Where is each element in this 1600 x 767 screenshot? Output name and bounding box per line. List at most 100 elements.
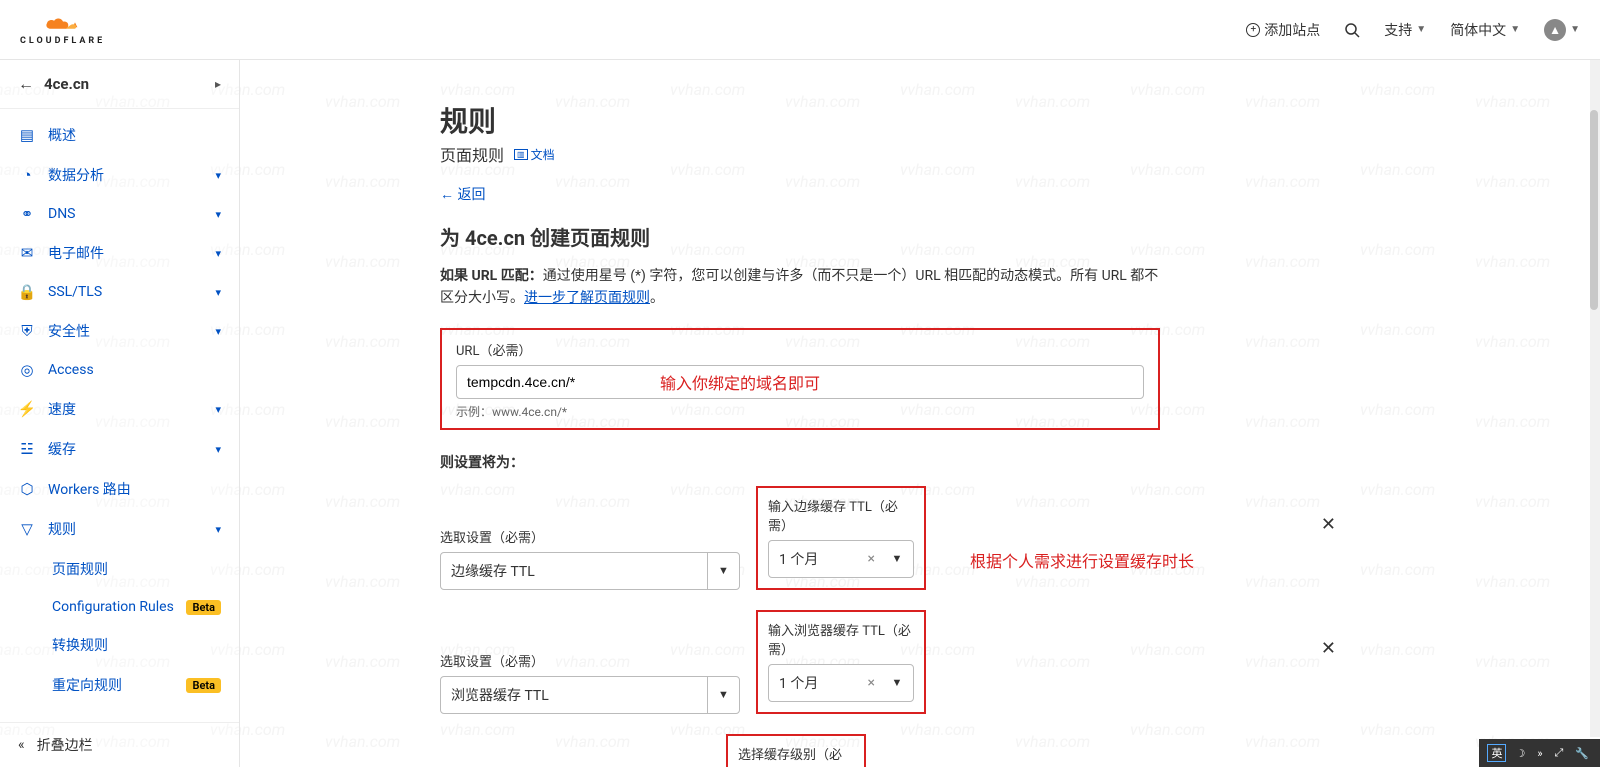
collapse-sidebar[interactable]: « 折叠边栏: [0, 722, 239, 767]
nav-sub-label: 页面规则: [52, 559, 221, 579]
nav-sub-item[interactable]: 转换规则: [0, 625, 239, 665]
nav-label: DNS: [48, 206, 203, 222]
nav-label: 速度: [48, 399, 203, 419]
expand-icon[interactable]: ⤢: [1551, 746, 1566, 760]
nav-item-cache[interactable]: ☳ 缓存 ▾: [0, 429, 239, 469]
setting-row: 选取设置（必需） 缓存级别 ▼ 选择缓存级别（必需） 忽略查询字符串 ▼ 静态文…: [440, 734, 1160, 767]
back-link[interactable]: ← 返回: [440, 184, 485, 204]
collapse-icon: «: [18, 737, 25, 753]
then-title: 则设置将为：: [440, 452, 1160, 472]
language-menu[interactable]: 简体中文 ▼: [1450, 20, 1520, 40]
shield-icon: ⛨: [18, 322, 36, 340]
search-button[interactable]: [1344, 22, 1360, 38]
chevron-down-icon: ▼: [1416, 24, 1426, 35]
setting-value-label: 输入边缘缓存 TTL（必需）: [768, 496, 914, 534]
learn-more-link[interactable]: 进一步了解页面规则: [524, 290, 650, 306]
nav-label: 数据分析: [48, 165, 203, 185]
chevron-down-icon: ▾: [215, 247, 221, 260]
nav-item-access[interactable]: ◎Access: [0, 351, 239, 389]
nav-sub-label: Configuration Rules: [52, 599, 174, 615]
setting-select[interactable]: 边缘缓存 TTL ▼: [440, 552, 740, 590]
setting-select-label: 选取设置（必需）: [440, 527, 740, 546]
nav-label: 概述: [48, 125, 221, 145]
setting-row: 选取设置（必需） 边缘缓存 TTL ▼ 输入边缘缓存 TTL（必需） 1 个月 …: [440, 486, 1160, 590]
nav-item-mail[interactable]: ✉ 电子邮件 ▾: [0, 233, 239, 273]
add-site-label: 添加站点: [1264, 20, 1320, 40]
remove-setting-button[interactable]: ✕: [1317, 514, 1340, 535]
language-label: 简体中文: [1450, 20, 1506, 40]
chevron-down-icon: ▾: [215, 443, 221, 456]
ime-indicator[interactable]: 英: [1487, 744, 1506, 762]
docs-link[interactable]: ▥ 文档: [514, 146, 555, 163]
annotation-url: 输入你绑定的域名即可: [660, 370, 820, 394]
cache-icon: ☳: [18, 440, 36, 458]
support-menu[interactable]: 支持 ▼: [1384, 20, 1426, 40]
nav-sub-item[interactable]: Configuration Rules Beta: [0, 589, 239, 625]
clipboard-icon: ▤: [18, 126, 36, 144]
clear-icon[interactable]: ×: [862, 551, 881, 567]
nav-item-shield[interactable]: ⛨ 安全性 ▾: [0, 311, 239, 351]
site-switcher[interactable]: ← 4ce.cn ▸: [0, 60, 239, 109]
setting-row: 选取设置（必需） 浏览器缓存 TTL ▼ 输入浏览器缓存 TTL（必需） 1 个…: [440, 610, 1160, 714]
url-hint: 示例：www.4ce.cn/*: [456, 403, 1144, 420]
setting-select[interactable]: 浏览器缓存 TTL ▼: [440, 676, 740, 714]
scrollbar-thumb[interactable]: [1590, 110, 1598, 310]
page-subtitle: 页面规则: [440, 142, 504, 166]
setting-select-value: 浏览器缓存 TTL: [441, 685, 707, 705]
url-label: URL（必需）: [456, 340, 1144, 359]
chart-icon: ◔: [18, 166, 36, 184]
mail-icon: ✉: [18, 244, 36, 262]
nav-label: 安全性: [48, 321, 203, 341]
logo[interactable]: CLOUDFLARE: [20, 14, 105, 46]
nav-label: 缓存: [48, 439, 203, 459]
filter-icon: ▽: [18, 520, 36, 538]
topbar: CLOUDFLARE + 添加站点 支持 ▼ 简体中文 ▼ ▲ ▼: [0, 0, 1600, 60]
dropdown-button[interactable]: ▼: [707, 677, 739, 713]
clear-icon[interactable]: ×: [862, 675, 881, 691]
chevron-down-icon: ▾: [215, 169, 221, 182]
dropdown-button[interactable]: ▼: [881, 665, 913, 701]
setting-value: 1 个月: [769, 549, 862, 569]
chevron-down-icon: ▼: [1570, 24, 1580, 35]
collapse-label: 折叠边栏: [37, 735, 93, 755]
nav-sub-label: 重定向规则: [52, 675, 174, 695]
setting-value-select[interactable]: 1 个月 × ▼: [768, 664, 914, 702]
nav-item-bolt[interactable]: ⚡速度▾: [0, 389, 239, 429]
nav-item-filter[interactable]: ▽规则▾: [0, 509, 239, 549]
dns-icon: ⚭: [18, 205, 36, 223]
remove-setting-button[interactable]: ✕: [1317, 638, 1340, 659]
chevron-down-icon: ▾: [215, 286, 221, 299]
setting-select-label: 选取设置（必需）: [440, 651, 740, 670]
setting-value-block: 输入边缘缓存 TTL（必需） 1 个月 × ▼: [756, 486, 926, 590]
setting-value-label: 选择缓存级别（必需）: [738, 744, 854, 767]
moon-icon[interactable]: ☽: [1512, 747, 1528, 760]
annotation-ttl: 根据个人需求进行设置缓存时长: [970, 548, 1194, 572]
nav-item-workers[interactable]: ⬡Workers 路由: [0, 469, 239, 509]
wrench-icon[interactable]: 🔧: [1572, 747, 1592, 760]
nav-sub-item[interactable]: 重定向规则Beta: [0, 665, 239, 705]
chevron-down-icon: ▾: [215, 325, 221, 338]
setting-value-block: 选择缓存级别（必需） 忽略查询字符串 ▼: [726, 734, 866, 767]
chevron-down-icon: ▼: [1510, 24, 1520, 35]
account-menu[interactable]: ▲ ▼: [1544, 19, 1580, 41]
doc-icon: ▥: [514, 149, 528, 160]
setting-value-block: 输入浏览器缓存 TTL（必需） 1 个月 × ▼: [756, 610, 926, 714]
bolt-icon: ⚡: [18, 400, 36, 418]
dropdown-button[interactable]: ▼: [707, 553, 739, 589]
logo-text: CLOUDFLARE: [20, 36, 105, 46]
nav-label: 电子邮件: [48, 243, 203, 263]
nav-sub-item[interactable]: 页面规则: [0, 549, 239, 589]
chevron-icon[interactable]: »: [1534, 747, 1545, 760]
beta-badge: Beta: [186, 600, 221, 615]
add-site-button[interactable]: + 添加站点: [1246, 20, 1320, 40]
setting-value-select[interactable]: 1 个月 × ▼: [768, 540, 914, 578]
nav-item-chart[interactable]: ◔ 数据分析 ▾: [0, 155, 239, 195]
cloudflare-icon: [39, 14, 87, 34]
form-description: 如果 URL 匹配：通过使用星号 (*) 字符，您可以创建与许多（而不只是一个）…: [440, 265, 1160, 310]
taskbar: 英 ☽ » ⤢ 🔧: [1479, 739, 1600, 767]
nav-item-dns[interactable]: ⚭DNS▾: [0, 195, 239, 233]
nav-item-lock[interactable]: 🔒SSL/TLS▾: [0, 273, 239, 311]
dropdown-button[interactable]: ▼: [881, 541, 913, 577]
nav-item-clipboard[interactable]: ▤ 概述: [0, 115, 239, 155]
setting-select-value: 边缘缓存 TTL: [441, 561, 707, 581]
